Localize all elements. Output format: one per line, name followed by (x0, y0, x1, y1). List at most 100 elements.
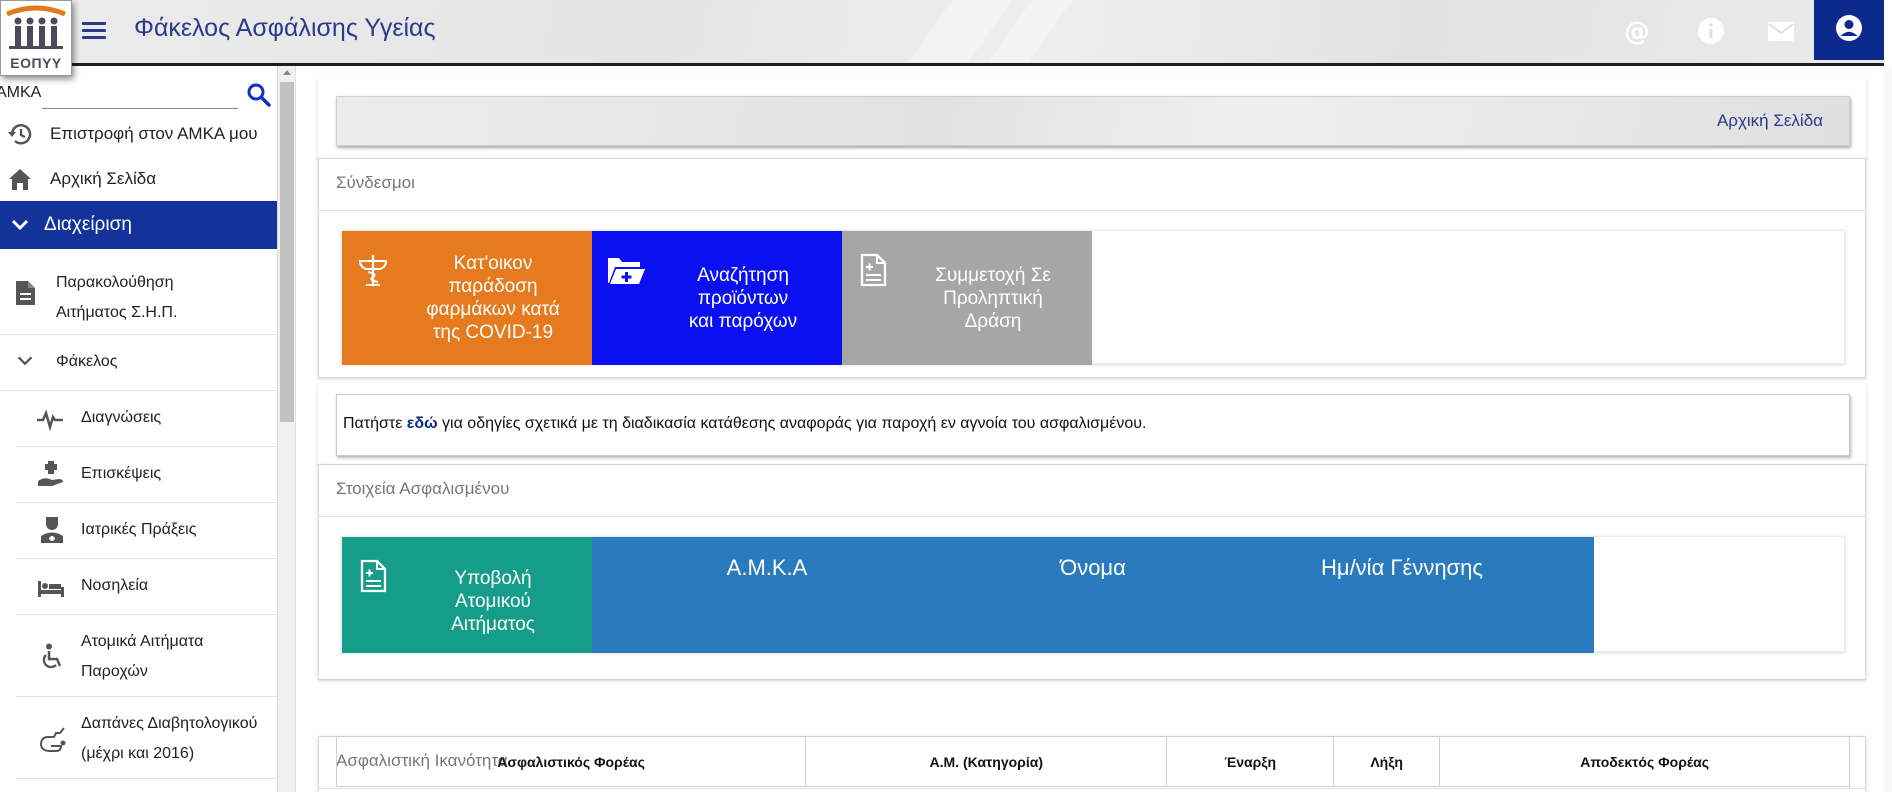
notice-text: για οδηγίες σχετικά με τη διαδικασία κατ… (437, 415, 1147, 432)
main-scrollbar[interactable] (1884, 66, 1892, 792)
main-content: Αρχική Σελίδα Σύνδεσμοι Κατ'οικον παράδο… (296, 66, 1884, 792)
breadcrumb-home-link[interactable]: Αρχική Σελίδα (1717, 111, 1823, 131)
document-icon (16, 281, 35, 305)
tile-label-line: Κατ'οικον (453, 253, 533, 274)
svg-text:@: @ (1624, 17, 1650, 46)
account-icon (1836, 15, 1862, 41)
at-icon[interactable]: @ (1622, 16, 1652, 46)
sidebar-item-label: Διαχείριση (44, 214, 132, 235)
sidebar-item-management[interactable]: Διαχείριση (0, 201, 277, 249)
sidebar-item-home[interactable]: Αρχική Σελίδα (0, 159, 277, 197)
tile-label-line: Αναζήτηση (697, 264, 789, 286)
sidebar-item-label: Ατομικά Αιτήματα Παροχών (81, 627, 203, 687)
sidebar-item-diabetes-expenses[interactable]: Δαπάνες Διαβητολογικού (μέχρι και 2016) (16, 697, 277, 779)
amka-search: ΑΜΚΑ (0, 82, 277, 112)
notice-here-link[interactable]: εδώ (407, 415, 438, 432)
column-header[interactable]: Έναρξη (1166, 736, 1335, 787)
sidebar-item-label: Ιατρικές Πράξεις (81, 521, 197, 538)
info-icon[interactable] (1696, 16, 1726, 46)
document-plus-icon (360, 559, 387, 593)
logo-text: ΕΟΠΥΥ (10, 55, 62, 71)
scrollbar-thumb[interactable] (280, 82, 294, 422)
logo-emblem (6, 5, 66, 49)
eopyy-logo[interactable]: ΕΟΠΥΥ (0, 0, 72, 76)
amka-column-label: Α.Μ.Κ.Α (726, 555, 808, 580)
sidebar-item-folder[interactable]: Φάκελος (0, 335, 277, 391)
history-icon (8, 124, 32, 145)
amka-label: ΑΜΚΑ (0, 84, 42, 101)
pulse-icon (37, 409, 63, 432)
chevron-down-icon (17, 356, 33, 366)
search-icon[interactable] (246, 82, 272, 108)
tile-label: Υποβολή Ατομικού Αιτήματος (408, 549, 578, 653)
tile-label: Συμμετοχή Σε Προληπτική Δράση (908, 231, 1078, 365)
top-bar: Φάκελος Ασφάλισης Υγείας @ (0, 0, 1884, 66)
wheelchair-icon (42, 643, 62, 669)
sidebar-item-label: Δαπάνες Διαβητολογικού (μέχρι και 2016) (81, 709, 257, 769)
tile-label-line: Αιτήματος (451, 613, 535, 635)
sidebar-item-visits[interactable]: Επισκέψεις (16, 447, 277, 503)
sidebar-item-label: Φάκελος (56, 353, 118, 370)
sidebar-item-individual-requests[interactable]: Ατομικά Αιτήματα Παροχών (16, 615, 277, 697)
document-plus-icon (860, 253, 887, 287)
sidebar-item-label: Αρχική Σελίδα (50, 169, 157, 188)
label-line: Παροχών (81, 663, 148, 680)
breadcrumb: Αρχική Σελίδα (336, 96, 1850, 146)
birthdate-column-label: Ημ/νία Γέννησης (1321, 555, 1483, 580)
account-button[interactable] (1814, 0, 1884, 60)
label-line: Δαπάνες Διαβητολογικού (81, 715, 258, 732)
column-header[interactable]: Λήξη (1333, 736, 1441, 787)
links-tile-row: Κατ'οικον παράδοση φαρμάκων κατά της COV… (341, 230, 1845, 365)
sidebar-item-label: Νοσηλεία (81, 577, 149, 594)
care-hand-icon (38, 461, 63, 486)
tile-covid-home-delivery[interactable]: Κατ'οικον παράδοση φαρμάκων κατά της COV… (342, 231, 592, 365)
name-column-label: Όνομα (1060, 555, 1126, 580)
notice-box: Πατήστε εδώ για οδηγίες σχετικά με τη δι… (336, 394, 1850, 456)
tile-label-line: Ατομικού (455, 590, 531, 612)
sidebar-item-hospitalization[interactable]: Νοσηλεία (16, 559, 277, 615)
tile-label: Κατ'οικον παράδοση φαρμάκων κατά της COV… (408, 231, 578, 365)
column-header[interactable]: Ασφαλιστικός Φορέας (335, 736, 807, 787)
tile-label-line: της COVID-19 (432, 322, 554, 343)
notice-text: Πατήστε (343, 415, 407, 432)
insured-tile-row: Υποβολή Ατομικού Αιτήματος Α.Μ.Κ.Α Όνομα… (341, 536, 1845, 653)
links-panel-title: Σύνδεσμοι (319, 159, 1865, 211)
label-line: (μέχρι και 2016) (81, 745, 195, 762)
tile-label-line: Προληπτική (943, 287, 1043, 309)
sidebar-item-medical-procedures[interactable]: Ιατρικές Πράξεις (16, 503, 277, 559)
menu-icon[interactable] (80, 18, 108, 42)
folder-plus-icon (608, 258, 645, 284)
sidebar-item-label: Επιστροφή στον ΑΜΚΑ μου (50, 124, 258, 143)
table-header-row: Ασφαλιστικός Φορέας Α.Μ. (Κατηγορία) Ένα… (335, 736, 1850, 787)
sidebar-scrollbar[interactable] (278, 66, 296, 792)
sidebar-item-label: Παρακολούθηση Αιτήματος Σ.Η.Π. (56, 268, 177, 328)
insured-panel-title: Στοιχεία Ασφαλισμένου (319, 465, 1865, 517)
chevron-down-icon (11, 219, 29, 231)
scroll-up-arrow[interactable] (283, 70, 291, 75)
tile-label: Αναζήτηση προϊόντων και παρόχων (658, 231, 828, 365)
sidebar-item-label: Διαγνώσεις (81, 409, 162, 426)
sidebar: ΑΜΚΑ Επιστροφή στον ΑΜΚΑ μου Αρχική Σελί… (0, 66, 278, 792)
tile-label-line: φαρμάκων κατά (426, 299, 560, 320)
tile-label-line: Συμμετοχή Σε (935, 264, 1051, 286)
column-header[interactable]: Α.Μ. (Κατηγορία) (805, 736, 1168, 787)
sidebar-item-return-amka[interactable]: Επιστροφή στον ΑΜΚΑ μου (0, 114, 277, 152)
diabetes-icon (40, 727, 66, 752)
sidebar-item-diagnoses[interactable]: Διαγνώσεις (16, 391, 277, 447)
tile-label-line: προϊόντων (697, 287, 789, 309)
tile-label-line: Υποβολή (454, 567, 532, 589)
app-title: Φάκελος Ασφάλισης Υγείας (134, 14, 436, 42)
sidebar-item-label: Επισκέψεις (81, 465, 162, 482)
amka-search-input[interactable] (42, 84, 238, 106)
tile-label-line: και παρόχων (688, 310, 798, 332)
tile-submit-individual-request[interactable]: Υποβολή Ατομικού Αιτήματος (342, 537, 592, 653)
label-line: Ατομικά Αιτήματα (81, 633, 204, 650)
tile-preventive-action[interactable]: Συμμετοχή Σε Προληπτική Δράση (842, 231, 1092, 365)
mail-icon[interactable] (1766, 16, 1796, 46)
sidebar-item-request-tracking[interactable]: Παρακολούθηση Αιτήματος Σ.Η.Π. (0, 252, 277, 335)
pharmacy-icon (358, 255, 388, 286)
tile-search-products-providers[interactable]: Αναζήτηση προϊόντων και παρόχων (592, 231, 842, 365)
label-line: Παρακολούθηση (56, 274, 174, 291)
column-header[interactable]: Αποδεκτός Φορέας (1439, 736, 1850, 787)
insurance-table: Ασφαλιστικός Φορέας Α.Μ. (Κατηγορία) Ένα… (335, 736, 1850, 787)
